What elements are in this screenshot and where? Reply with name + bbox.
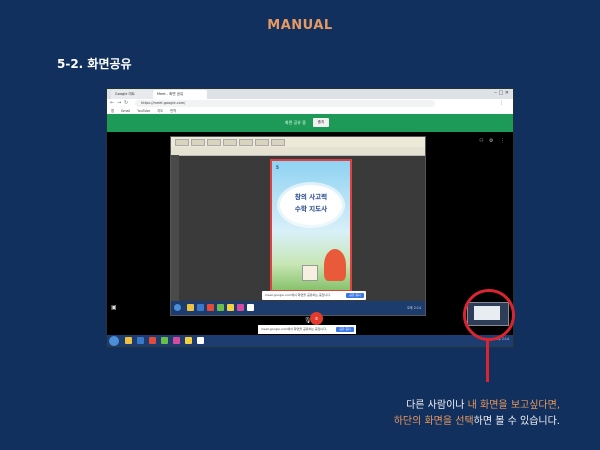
inner-taskbar: 오후 2:14	[171, 301, 425, 315]
bookmark-youtube[interactable]: YouTube	[137, 109, 150, 113]
meet-main-area: ⚇ ⚙ ⋮ 5 창의 사고력 수학 지도사 meet.google.com에서 …	[107, 132, 513, 335]
kakao-icon[interactable]	[227, 304, 234, 311]
app-icon[interactable]	[161, 337, 168, 344]
app-toolbar-secondary	[171, 147, 425, 156]
toolbar-button	[271, 139, 285, 146]
app-icon[interactable]	[237, 304, 244, 311]
app-icon[interactable]	[149, 337, 156, 344]
caption-line2-suffix: 하면 볼 수 있습니다.	[473, 416, 560, 427]
caption-line2-prefix: 하단의 화면을 선택	[393, 416, 474, 427]
start-button[interactable]	[109, 336, 119, 346]
back-icon[interactable]: ←	[110, 100, 114, 106]
kakao-icon[interactable]	[185, 337, 192, 344]
app-icon[interactable]	[217, 304, 224, 311]
window-controls[interactable]: – □ ✕	[494, 90, 509, 96]
ie-icon[interactable]	[137, 337, 144, 344]
bookmark-apps[interactable]: 앱	[111, 109, 114, 113]
start-icon[interactable]	[174, 304, 181, 311]
tab-google-meet[interactable]: Google 미트	[111, 90, 153, 99]
app-toolbar	[171, 137, 425, 147]
bookmark-gmail[interactable]: Gmail	[121, 109, 130, 113]
folder-icon[interactable]	[125, 337, 132, 344]
share-notice-popup-outer: meet.google.com에서 화면을 공유하는 중입니다. 공유 중지	[258, 325, 356, 334]
toolbar-button	[191, 139, 205, 146]
tab-meet-active[interactable]: Meet - 화면 공유	[153, 90, 207, 99]
forward-icon[interactable]: →	[117, 100, 121, 106]
reload-icon[interactable]: ↻	[124, 100, 128, 106]
menu-icon[interactable]: ⋮	[499, 100, 504, 106]
share-banner-text: 화면 공유 중	[285, 120, 306, 125]
tree-illustration	[324, 249, 346, 281]
caption-line-1: 다른 사람이나 내 화면을 보고싶다면,	[406, 396, 560, 411]
screen-share-banner: 화면 공유 중 중지	[107, 114, 513, 132]
house-illustration	[302, 265, 318, 281]
share-notice-popup: meet.google.com에서 화면을 공유하는 중입니다. 공유 중지	[262, 291, 366, 300]
share-notice-button-outer[interactable]: 공유 중지	[336, 327, 354, 332]
browser-window: Google 미트 Meet - 화면 공유 – □ ✕ ← → ↻ https…	[106, 88, 514, 348]
more-options-icon[interactable]: ⋮	[500, 138, 505, 144]
document-title-line2: 수학 지도사	[294, 205, 328, 213]
stop-share-button[interactable]: 중지	[313, 118, 329, 127]
section-title: 5-2. 화면공유	[57, 57, 132, 71]
document-cover: 5 창의 사고력 수학 지도사	[270, 159, 352, 292]
toolbar-button	[255, 139, 269, 146]
app-icon[interactable]	[173, 337, 180, 344]
highlight-circle	[463, 289, 515, 341]
highlight-pointer-line	[486, 338, 489, 382]
chrome-icon[interactable]	[247, 304, 254, 311]
document-badge: 5	[276, 165, 279, 170]
side-toolbar	[171, 155, 179, 301]
tab-bar: Google 미트 Meet - 화면 공유 – □ ✕	[107, 89, 513, 99]
settings-icon[interactable]: ⚙	[489, 138, 493, 144]
share-notice-button[interactable]: 공유 중지	[346, 293, 364, 298]
shared-screen: 5 창의 사고력 수학 지도사 meet.google.com에서 화면을 공유…	[170, 136, 426, 316]
toolbar-button	[207, 139, 221, 146]
bookmark-maps[interactable]: 지도	[157, 109, 163, 113]
folder-icon[interactable]	[187, 304, 194, 311]
windows-taskbar: 오후 2:14	[107, 335, 513, 347]
inner-tray-clock: 오후 2:14	[406, 306, 421, 310]
share-notice-text-outer: meet.google.com에서 화면을 공유하는 중입니다.	[261, 327, 327, 331]
manual-header: MANUAL	[267, 18, 333, 33]
toolbar-button	[175, 139, 189, 146]
toolbar-button	[223, 139, 237, 146]
caption-line1-prefix: 다른 사람이나	[406, 400, 468, 411]
caption-line1-highlight: 내 화면을 보고싶다면,	[467, 400, 560, 411]
participants-icon[interactable]: ⚇	[479, 138, 483, 144]
share-notice-text: meet.google.com에서 화면을 공유하는 중입니다.	[265, 293, 331, 297]
bookmark-translate[interactable]: 번역	[170, 109, 176, 113]
toolbar-button	[239, 139, 253, 146]
ie-icon[interactable]	[197, 304, 204, 311]
chrome-icon[interactable]	[197, 337, 204, 344]
url-input[interactable]: https://meet.google.com/	[135, 100, 435, 107]
caption-line-2: 하단의 화면을 선택하면 볼 수 있습니다.	[394, 412, 560, 427]
captions-icon[interactable]: ▣	[111, 304, 117, 311]
end-call-button[interactable]: ✆	[310, 312, 323, 325]
app-icon[interactable]	[207, 304, 214, 311]
document-title-line1: 창의 사고력	[294, 193, 328, 201]
